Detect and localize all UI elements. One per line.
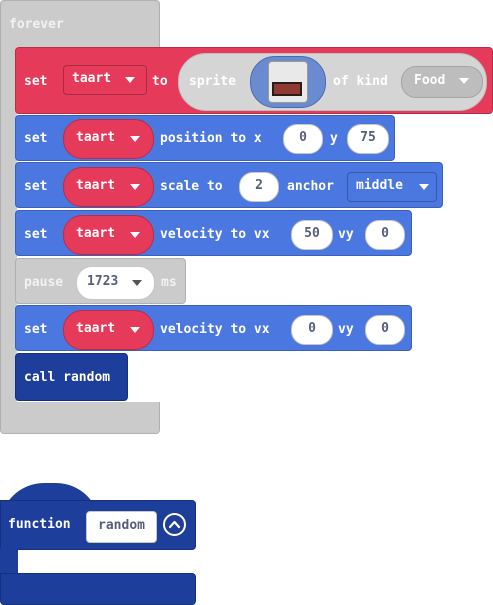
- vy-label: vy: [338, 227, 354, 242]
- chevron-down-icon: [130, 327, 140, 333]
- velocity-label: velocity to vx: [160, 227, 270, 242]
- function-block-bottom[interactable]: [0, 573, 196, 605]
- chevron-up-icon: [168, 520, 181, 529]
- variable-dropdown-label: taart: [72, 71, 112, 86]
- variable-dropdown[interactable]: taart: [63, 167, 154, 207]
- chevron-down-icon: [130, 184, 140, 190]
- velocity-label: velocity to vx: [160, 322, 270, 337]
- variable-dropdown-label: taart: [76, 178, 116, 193]
- anchor-dropdown-label: middle: [356, 178, 403, 193]
- cake-sprite-image: [272, 82, 302, 96]
- chevron-down-icon: [130, 136, 140, 142]
- variable-dropdown[interactable]: taart: [63, 65, 147, 95]
- set-label: set: [24, 227, 48, 242]
- position-label: position to x: [160, 131, 262, 146]
- y-input[interactable]: 75: [347, 124, 389, 154]
- pause-duration-value: 1723: [87, 274, 119, 289]
- chevron-down-icon: [419, 184, 429, 190]
- collapse-toggle-icon[interactable]: [163, 513, 186, 536]
- ms-label: ms: [161, 275, 177, 290]
- set-label: set: [24, 131, 48, 146]
- variable-dropdown[interactable]: taart: [63, 119, 154, 159]
- chevron-down-icon: [459, 78, 469, 84]
- function-name-field[interactable]: random: [86, 511, 157, 543]
- variable-dropdown-label: taart: [76, 321, 116, 336]
- set-label: set: [24, 322, 48, 337]
- sprite-label: sprite: [189, 74, 236, 89]
- vx-input[interactable]: 50: [291, 220, 333, 250]
- x-input[interactable]: 0: [283, 124, 323, 154]
- kind-dropdown[interactable]: Food: [401, 66, 483, 98]
- function-label: function: [8, 517, 71, 532]
- to-label: to: [152, 74, 168, 89]
- variable-dropdown[interactable]: taart: [63, 215, 154, 255]
- call-random-label: call random: [24, 370, 111, 385]
- anchor-label: anchor: [287, 179, 334, 194]
- variable-dropdown-label: taart: [76, 130, 116, 145]
- pause-duration-dropdown[interactable]: 1723: [76, 266, 155, 300]
- anchor-dropdown[interactable]: middle: [347, 172, 437, 202]
- forever-label: forever: [9, 17, 64, 32]
- vy-label: vy: [338, 322, 354, 337]
- y-label: y: [330, 131, 338, 146]
- vy-input[interactable]: 0: [365, 220, 405, 250]
- variable-dropdown-label: taart: [76, 226, 116, 241]
- scale-label: scale to: [160, 179, 223, 194]
- scale-input[interactable]: 2: [239, 172, 279, 202]
- variable-dropdown[interactable]: taart: [63, 310, 154, 350]
- vx-input[interactable]: 0: [291, 315, 333, 345]
- chevron-down-icon: [125, 77, 135, 83]
- chevron-down-icon: [132, 280, 142, 286]
- kind-dropdown-label: Food: [414, 73, 446, 88]
- vy-input[interactable]: 0: [365, 315, 405, 345]
- set-label: set: [24, 74, 48, 89]
- chevron-down-icon: [130, 232, 140, 238]
- pause-label: pause: [24, 275, 64, 290]
- of-kind-label: of kind: [333, 74, 388, 89]
- forever-block-bottom[interactable]: [0, 402, 160, 434]
- set-label: set: [24, 179, 48, 194]
